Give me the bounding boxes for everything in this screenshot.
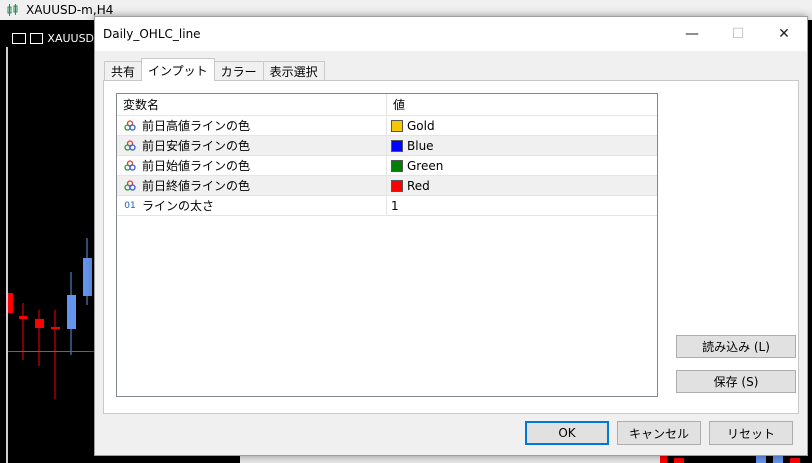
tab-visualization[interactable]: 表示選択 <box>262 61 325 81</box>
candle <box>83 258 92 296</box>
variable-value[interactable]: Blue <box>407 139 434 153</box>
variable-name: ラインの太さ <box>142 199 215 213</box>
candle <box>35 319 44 328</box>
table-row[interactable]: 前日終値ラインの色 Red <box>117 176 657 196</box>
color-swatch <box>391 159 403 172</box>
variable-value[interactable]: 1 <box>391 199 399 213</box>
color-input-icon <box>123 120 137 132</box>
table-header: 変数名 値 <box>117 94 657 116</box>
inputs-tab-panel: 変数名 値 前日高値ラインの色 Gold 前日安値ラインの色 Blue 前日始値… <box>103 80 799 414</box>
candle <box>790 458 800 463</box>
load-button[interactable]: 読み込み (L) <box>676 335 796 358</box>
color-input-icon <box>123 160 137 172</box>
chart-window-icon <box>12 32 26 44</box>
variable-value[interactable]: Green <box>407 159 443 173</box>
chart-gridline <box>8 351 98 352</box>
color-swatch <box>391 139 403 152</box>
cancel-button[interactable]: キャンセル <box>617 421 701 445</box>
table-row[interactable]: 前日安値ラインの色 Blue <box>117 136 657 156</box>
integer-input-icon: 01 <box>124 200 136 211</box>
background-window-title: XAUUSD-m,H4 <box>26 3 114 17</box>
minimize-button[interactable]: — <box>669 17 715 51</box>
column-header-variable[interactable]: 変数名 <box>117 94 387 115</box>
column-header-value[interactable]: 値 <box>387 94 657 115</box>
tab-strip: 共有 インプット カラー 表示選択 <box>104 58 325 81</box>
inputs-table: 変数名 値 前日高値ラインの色 Gold 前日安値ラインの色 Blue 前日始値… <box>116 93 658 397</box>
indicator-properties-dialog: Daily_OHLC_line — ☐ ✕ 共有 インプット カラー 表示選択 … <box>94 16 808 456</box>
chart-window-icon <box>29 32 44 44</box>
variable-name: 前日高値ラインの色 <box>142 119 251 133</box>
variable-value[interactable]: Red <box>407 179 430 193</box>
maximize-button: ☐ <box>731 26 745 42</box>
tab-colors[interactable]: カラー <box>213 61 264 81</box>
table-row[interactable]: 前日始値ラインの色 Green <box>117 156 657 176</box>
close-button[interactable]: ✕ <box>761 17 807 51</box>
chart-tab[interactable]: XAUUSD- <box>8 29 98 47</box>
variable-value[interactable]: Gold <box>407 119 435 133</box>
table-row[interactable]: 01 ラインの太さ 1 <box>117 196 657 216</box>
color-swatch <box>391 179 403 192</box>
candle <box>19 316 27 319</box>
dialog-titlebar[interactable]: Daily_OHLC_line — ☐ ✕ <box>95 17 807 51</box>
candle <box>51 327 60 329</box>
variable-name: 前日始値ラインの色 <box>142 159 251 173</box>
color-input-icon <box>123 140 137 152</box>
reset-button[interactable]: リセット <box>709 421 793 445</box>
color-input-icon <box>123 180 137 192</box>
candle <box>67 295 76 329</box>
ok-button[interactable]: OK <box>525 421 609 445</box>
save-button[interactable]: 保存 (S) <box>676 370 796 393</box>
candle <box>8 293 13 313</box>
tab-common[interactable]: 共有 <box>104 61 143 81</box>
variable-name: 前日終値ラインの色 <box>142 179 251 193</box>
chart-frame-border <box>6 47 8 463</box>
table-row[interactable]: 前日高値ラインの色 Gold <box>117 116 657 136</box>
dialog-title: Daily_OHLC_line <box>103 27 201 41</box>
variable-name: 前日安値ラインの色 <box>142 139 251 153</box>
candles-left <box>8 238 92 399</box>
chart-tab-label: XAUUSD- <box>47 31 98 45</box>
candle <box>674 458 684 463</box>
candlestick-chart-icon <box>6 4 20 16</box>
tab-inputs[interactable]: インプット <box>141 58 215 81</box>
color-swatch <box>391 119 403 132</box>
